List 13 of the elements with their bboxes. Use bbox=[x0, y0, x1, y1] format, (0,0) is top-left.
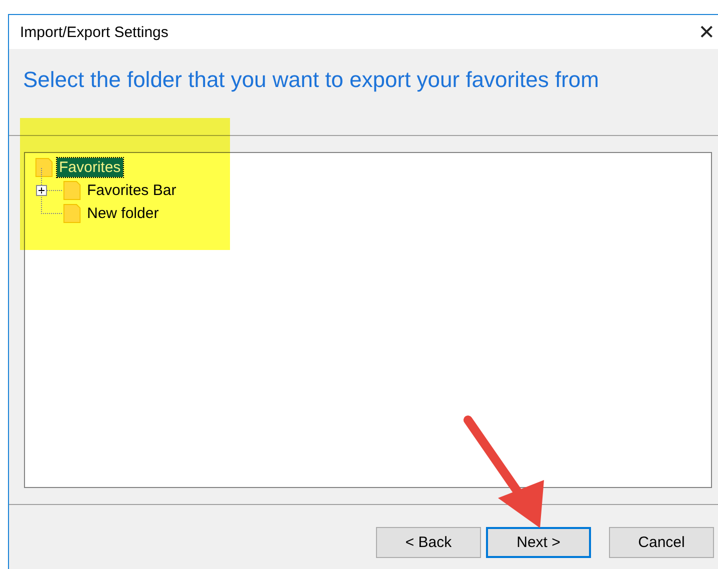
heading-text: Select the folder that you want to export your favorites from bbox=[22, 66, 600, 93]
dialog-button[interactable]: Next > bbox=[486, 527, 591, 558]
folder-icon bbox=[63, 180, 81, 201]
window-title: Import/Export Settings bbox=[19, 24, 168, 40]
tree-item[interactable]: New folder bbox=[85, 204, 161, 223]
tree-item[interactable]: Favorites bbox=[57, 158, 123, 177]
tree-item[interactable]: Favorites Bar bbox=[85, 181, 178, 200]
close-button[interactable]: ✕ bbox=[694, 20, 718, 44]
expand-toggle-icon[interactable] bbox=[36, 185, 47, 196]
folder-icon bbox=[35, 157, 53, 178]
dialog-button[interactable]: Cancel bbox=[609, 527, 714, 558]
dialog-button[interactable]: < Back bbox=[376, 527, 481, 558]
folder-icon bbox=[63, 203, 81, 224]
